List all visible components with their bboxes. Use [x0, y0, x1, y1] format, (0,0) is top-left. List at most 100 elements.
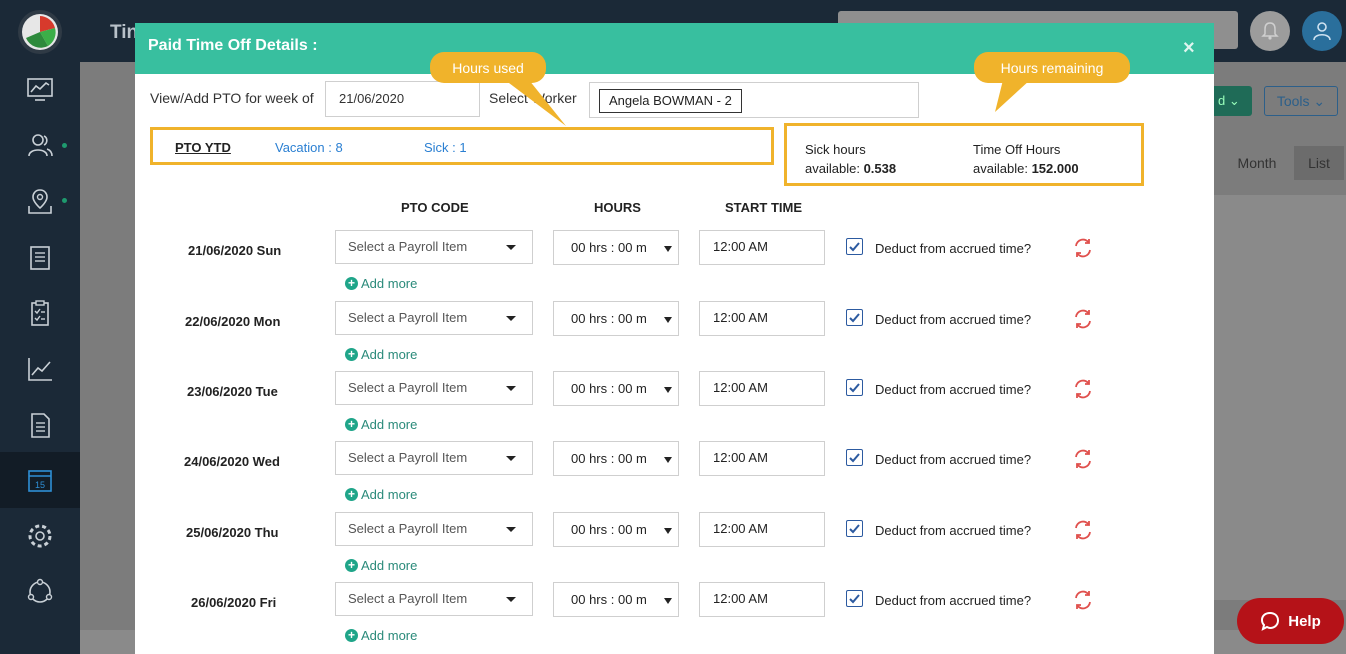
- pto-ytd-sick[interactable]: Sick : 1: [424, 140, 467, 155]
- caret-down-icon: [506, 456, 516, 461]
- hours-select[interactable]: 00 hrs : 00 m: [553, 230, 679, 265]
- trend-chart-icon: [28, 358, 52, 381]
- add-more-label: Add more: [361, 558, 418, 573]
- checkmark-icon: [849, 594, 860, 604]
- payroll-item-select[interactable]: Select a Payroll Item: [335, 301, 533, 335]
- map-pin-icon: [28, 189, 52, 214]
- hours-select[interactable]: 00 hrs : 00 m: [553, 301, 679, 336]
- payroll-select-value: Select a Payroll Item: [348, 450, 468, 465]
- help-button[interactable]: Help: [1237, 598, 1344, 644]
- add-more-link[interactable]: + Add more: [345, 558, 417, 573]
- sidebar-item-settings[interactable]: [0, 508, 80, 564]
- chat-bubble-icon: [1261, 611, 1280, 631]
- plus-circle-icon: +: [345, 277, 358, 290]
- add-more-link[interactable]: + Add more: [345, 487, 417, 502]
- hours-remaining-callout: Hours remaining: [974, 52, 1130, 83]
- hours-remaining-box: Sick hours available: 0.538 Time Off Hou…: [784, 123, 1144, 186]
- hours-select[interactable]: 00 hrs : 00 m: [553, 441, 679, 476]
- caret-down-icon: [664, 457, 672, 463]
- refresh-icon[interactable]: [1072, 237, 1094, 259]
- hours-select-value: 00 hrs : 00 m: [571, 592, 647, 607]
- add-more-label: Add more: [361, 347, 418, 362]
- payroll-select-value: Select a Payroll Item: [348, 591, 468, 606]
- sick-hours-available: Sick hours available: 0.538: [805, 140, 896, 178]
- start-time-input[interactable]: 12:00 AM: [699, 441, 825, 476]
- deduct-label: Deduct from accrued time?: [875, 241, 1032, 256]
- deduct-checkbox[interactable]: [846, 238, 863, 255]
- hours-select[interactable]: 00 hrs : 00 m: [553, 582, 679, 617]
- sidebar-item-jobs[interactable]: [0, 229, 80, 285]
- sidebar-item-tasks[interactable]: [0, 285, 80, 341]
- payroll-item-select[interactable]: Select a Payroll Item: [335, 230, 533, 264]
- refresh-icon[interactable]: [1072, 589, 1094, 611]
- sidebar-item-integrations[interactable]: [0, 564, 80, 620]
- sidebar-item-dashboard[interactable]: [0, 62, 80, 118]
- checkmark-icon: [849, 313, 860, 323]
- start-time-input[interactable]: 12:00 AM: [699, 230, 825, 265]
- caret-down-icon: [664, 317, 672, 323]
- deduct-label: Deduct from accrued time?: [875, 593, 1032, 608]
- deduct-checkbox[interactable]: [846, 520, 863, 537]
- pto-ytd-box: PTO YTD Vacation : 8 Sick : 1: [150, 127, 774, 165]
- sidebar-item-documents[interactable]: [0, 397, 80, 453]
- sidebar-item-users[interactable]: [0, 117, 80, 173]
- svg-text:15: 15: [35, 480, 45, 490]
- modal-title: Paid Time Off Details :: [148, 37, 318, 54]
- sidebar-item-calendar[interactable]: 15: [0, 452, 80, 508]
- hours-select[interactable]: 00 hrs : 00 m: [553, 512, 679, 547]
- action-button[interactable]: d ⌄: [1214, 86, 1252, 116]
- deduct-checkbox[interactable]: [846, 449, 863, 466]
- refresh-icon[interactable]: [1072, 448, 1094, 470]
- close-icon[interactable]: ×: [1183, 37, 1195, 60]
- col-hours: HOURS: [594, 200, 641, 215]
- sidebar-item-reports[interactable]: [0, 341, 80, 397]
- add-more-link[interactable]: + Add more: [345, 417, 417, 432]
- app-logo[interactable]: [18, 10, 62, 54]
- hours-select-value: 00 hrs : 00 m: [571, 311, 647, 326]
- caret-down-icon: [506, 316, 516, 321]
- hours-select[interactable]: 00 hrs : 00 m: [553, 371, 679, 406]
- deduct-label: Deduct from accrued time?: [875, 452, 1032, 467]
- view-month-button[interactable]: Month: [1222, 146, 1292, 180]
- row-date: 23/06/2020 Tue: [187, 384, 278, 399]
- add-more-link[interactable]: + Add more: [345, 347, 417, 362]
- selected-worker-tag[interactable]: Angela BOWMAN - 2: [599, 89, 742, 113]
- pto-modal: Paid Time Off Details : × View/Add PTO f…: [135, 23, 1214, 654]
- payroll-item-select[interactable]: Select a Payroll Item: [335, 371, 533, 405]
- week-date-input[interactable]: 21/06/2020: [325, 81, 480, 117]
- start-time-input[interactable]: 12:00 AM: [699, 582, 825, 617]
- start-time-input[interactable]: 12:00 AM: [699, 512, 825, 547]
- checkmark-icon: [849, 524, 860, 534]
- deduct-checkbox[interactable]: [846, 379, 863, 396]
- payroll-select-value: Select a Payroll Item: [348, 239, 468, 254]
- add-more-link[interactable]: + Add more: [345, 276, 417, 291]
- checkmark-icon: [849, 453, 860, 463]
- payroll-item-select[interactable]: Select a Payroll Item: [335, 512, 533, 546]
- sick-hours-label: Sick hours: [805, 142, 866, 157]
- worker-select[interactable]: Angela BOWMAN - 2: [589, 82, 919, 118]
- row-date: 25/06/2020 Thu: [186, 525, 279, 540]
- refresh-icon[interactable]: [1072, 519, 1094, 541]
- row-date: 26/06/2020 Fri: [191, 595, 277, 610]
- add-more-label: Add more: [361, 487, 418, 502]
- sidebar-item-locations[interactable]: [0, 173, 80, 229]
- caret-down-icon: [506, 245, 516, 250]
- refresh-icon[interactable]: [1072, 308, 1094, 330]
- calendar-icon: 15: [28, 470, 52, 492]
- add-more-link[interactable]: + Add more: [345, 628, 417, 643]
- week-label: View/Add PTO for week of: [150, 90, 314, 106]
- tools-dropdown[interactable]: Tools ⌄: [1264, 86, 1338, 116]
- col-start-time: START TIME: [725, 200, 803, 215]
- bell-icon[interactable]: [1250, 11, 1290, 51]
- pto-ytd-vacation[interactable]: Vacation : 8: [275, 140, 343, 155]
- payroll-item-select[interactable]: Select a Payroll Item: [335, 441, 533, 475]
- deduct-checkbox[interactable]: [846, 590, 863, 607]
- caret-down-icon: [664, 246, 672, 252]
- payroll-item-select[interactable]: Select a Payroll Item: [335, 582, 533, 616]
- user-avatar-icon[interactable]: [1302, 11, 1342, 51]
- deduct-checkbox[interactable]: [846, 309, 863, 326]
- refresh-icon[interactable]: [1072, 378, 1094, 400]
- start-time-input[interactable]: 12:00 AM: [699, 371, 825, 406]
- start-time-input[interactable]: 12:00 AM: [699, 301, 825, 336]
- view-list-button[interactable]: List: [1294, 146, 1344, 180]
